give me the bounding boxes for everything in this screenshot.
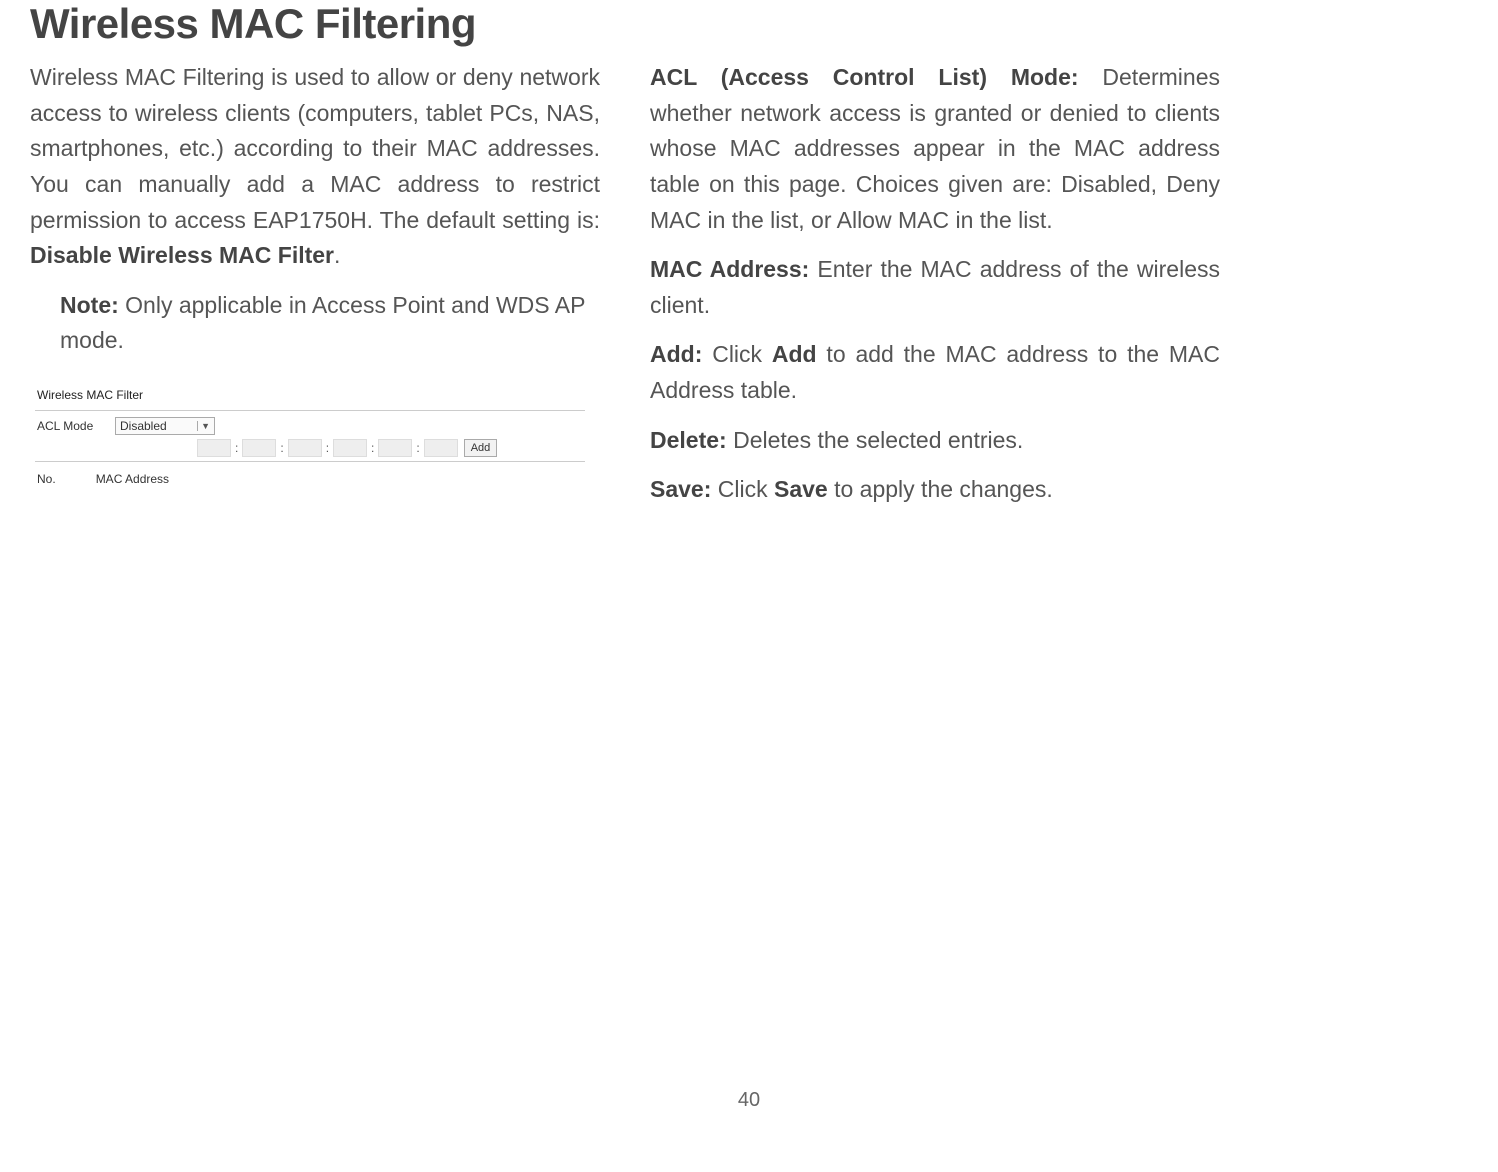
mac-separator: : <box>324 441 331 455</box>
def-delete: Delete: Deletes the selected entries. <box>650 423 1220 459</box>
col-header-mac: MAC Address <box>96 472 169 486</box>
mac-separator: : <box>414 441 421 455</box>
mac-separator: : <box>369 441 376 455</box>
def-add: Add: Click Add to add the MAC address to… <box>650 337 1220 408</box>
mac-octet-input[interactable] <box>197 439 231 457</box>
intro-paragraph: Wireless MAC Filtering is used to allow … <box>30 60 600 274</box>
mac-filter-screenshot: Wireless MAC Filter ACL Mode Disabled ▼ … <box>30 379 590 493</box>
intro-text-2: . <box>334 242 340 268</box>
def-save: Save: Click Save to apply the changes. <box>650 472 1220 508</box>
def-save-label: Save: <box>650 476 711 502</box>
col-header-no: No. <box>37 472 56 486</box>
def-acl-label: ACL (Access Control List) Mode: <box>650 64 1079 90</box>
def-add-label: Add: <box>650 341 702 367</box>
intro-text-1: Wireless MAC Filtering is used to allow … <box>30 64 600 233</box>
def-save-text-before: Click <box>711 476 774 502</box>
add-button[interactable]: Add <box>464 439 498 457</box>
mac-address-inputs: : : : : : Add <box>197 439 497 457</box>
mac-octet-input[interactable] <box>378 439 412 457</box>
acl-mode-select[interactable]: Disabled ▼ <box>115 417 215 435</box>
def-add-bold: Add <box>772 341 817 367</box>
content-columns: Wireless MAC Filtering is used to allow … <box>0 60 1498 522</box>
def-delete-text: Deletes the selected entries. <box>727 427 1024 453</box>
screenshot-section-title: Wireless MAC Filter <box>35 386 585 404</box>
def-delete-label: Delete: <box>650 427 727 453</box>
mac-separator: : <box>233 441 240 455</box>
acl-mode-row: ACL Mode Disabled ▼ <box>35 417 585 435</box>
mac-octet-input[interactable] <box>424 439 458 457</box>
mac-octet-input[interactable] <box>333 439 367 457</box>
intro-bold: Disable Wireless MAC Filter <box>30 242 334 268</box>
divider <box>35 461 585 462</box>
divider <box>35 410 585 411</box>
mac-table-header: No. MAC Address <box>35 468 585 486</box>
mac-octet-input[interactable] <box>242 439 276 457</box>
note-label: Note: <box>60 292 119 318</box>
mac-separator: : <box>278 441 285 455</box>
right-column: ACL (Access Control List) Mode: Determin… <box>650 60 1220 522</box>
note-text: Only applicable in Access Point and WDS … <box>60 292 585 354</box>
mac-input-row: : : : : : Add <box>35 439 585 457</box>
note-line: Note: Only applicable in Access Point an… <box>30 288 600 359</box>
def-mac-label: MAC Address: <box>650 256 809 282</box>
mac-octet-input[interactable] <box>288 439 322 457</box>
acl-mode-value: Disabled <box>120 419 167 433</box>
page-number: 40 <box>0 1089 1498 1112</box>
def-mac: MAC Address: Enter the MAC address of th… <box>650 252 1220 323</box>
acl-mode-label: ACL Mode <box>37 419 107 433</box>
def-add-text-before: Click <box>702 341 772 367</box>
def-save-text-after: to apply the changes. <box>828 476 1053 502</box>
page-title: Wireless MAC Filtering <box>0 0 1498 48</box>
def-acl: ACL (Access Control List) Mode: Determin… <box>650 60 1220 238</box>
chevron-down-icon: ▼ <box>197 421 210 431</box>
left-column: Wireless MAC Filtering is used to allow … <box>30 60 600 522</box>
def-save-bold: Save <box>774 476 828 502</box>
